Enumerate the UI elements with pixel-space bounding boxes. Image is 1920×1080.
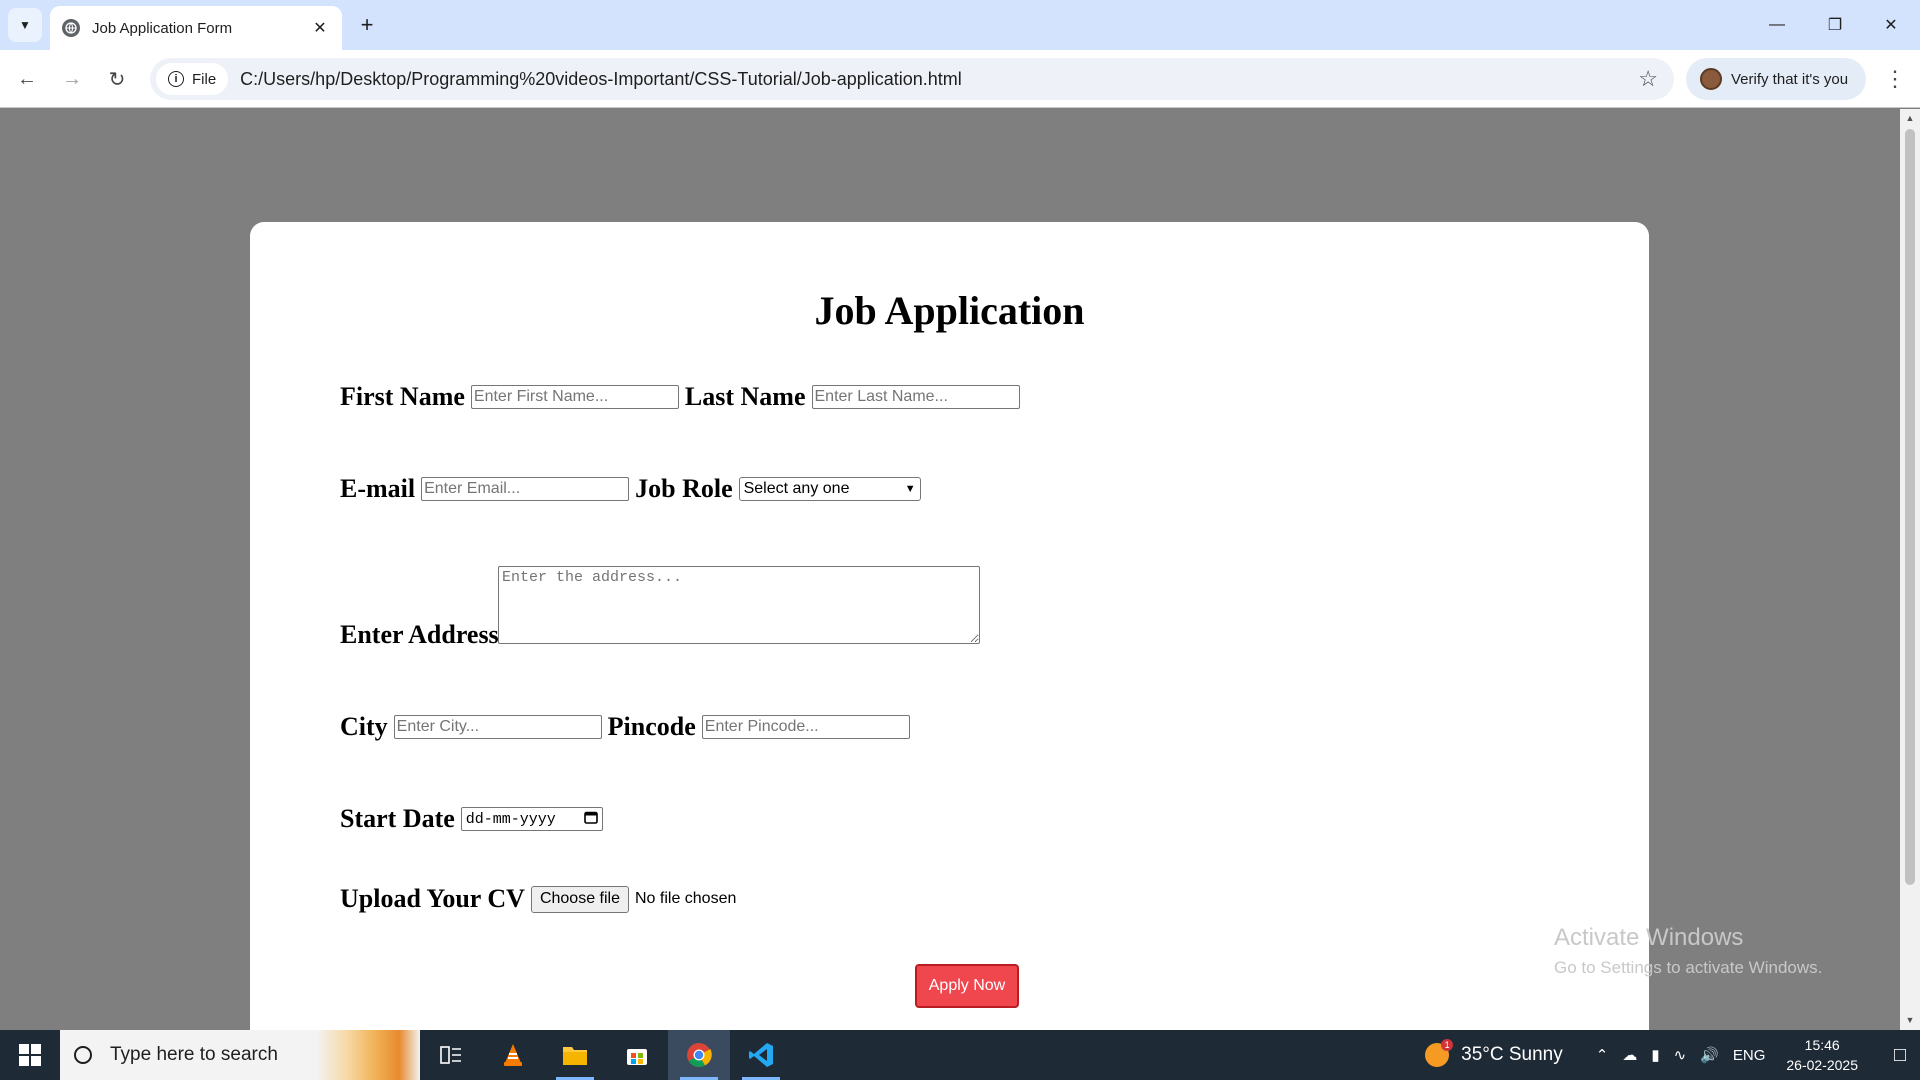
- tab-title: Job Application Form: [92, 19, 233, 37]
- battery-icon[interactable]: ▮: [1651, 1046, 1659, 1064]
- sun-icon: 1: [1425, 1039, 1454, 1067]
- task-view-icon[interactable]: [420, 1030, 482, 1080]
- city-label: City: [340, 712, 388, 741]
- start-date-row: Start Date dd-mm-yyyy: [340, 804, 603, 834]
- activate-windows-watermark: Activate Windows Go to Settings to activ…: [1554, 924, 1822, 978]
- avatar: [1700, 68, 1722, 90]
- windows-taskbar: Type here to search 1 35°C Sunny ⌃ ☁ ▮ ∿…: [0, 1030, 1920, 1080]
- first-name-input[interactable]: [470, 385, 679, 409]
- browser-toolbar: ← → ↻ i File C:/Users/hp/Desktop/Program…: [0, 50, 1920, 108]
- taskbar-clock[interactable]: 15:46 26-02-2025: [1786, 1035, 1858, 1075]
- scroll-down-icon[interactable]: ▼: [1905, 1015, 1915, 1025]
- name-row: First Name Last Name: [340, 382, 1020, 412]
- system-tray: 1 35°C Sunny ⌃ ☁ ▮ ∿ 🔊 ENG 15:46 26-02-2…: [1425, 1030, 1920, 1080]
- back-arrow-icon[interactable]: ←: [10, 62, 44, 96]
- address-bar[interactable]: i File C:/Users/hp/Desktop/Programming%2…: [150, 58, 1674, 100]
- watermark-title: Activate Windows: [1554, 924, 1744, 951]
- email-role-row: E-mail Job Role Select any one ▼: [340, 474, 921, 504]
- window-close-button[interactable]: ✕: [1862, 0, 1920, 50]
- restore-button[interactable]: ❐: [1806, 0, 1864, 50]
- clock-date: 26-02-2025: [1786, 1057, 1858, 1073]
- start-date-label: Start Date: [340, 804, 455, 833]
- wifi-icon[interactable]: ∿: [1674, 1046, 1687, 1064]
- site-info-chip[interactable]: i File: [156, 63, 229, 95]
- last-name-input[interactable]: [811, 385, 1020, 409]
- vscode-icon[interactable]: [730, 1030, 792, 1080]
- profile-verify-button[interactable]: Verify that it's you: [1686, 58, 1866, 100]
- email-label: E-mail: [340, 474, 416, 503]
- cloud-icon[interactable]: ☁: [1622, 1046, 1637, 1064]
- weather-badge: 1: [1441, 1039, 1454, 1051]
- first-name-label: First Name: [340, 382, 465, 411]
- url-text[interactable]: C:/Users/hp/Desktop/Programming%20videos…: [240, 69, 962, 90]
- vlc-icon[interactable]: [482, 1030, 544, 1080]
- start-date-value: dd-mm-yyyy: [465, 810, 556, 828]
- forward-arrow-icon[interactable]: →: [55, 62, 89, 96]
- language-indicator[interactable]: ENG: [1733, 1047, 1766, 1064]
- browser-tab-strip: ▼ Job Application Form ✕ + — ❐ ✕: [0, 0, 1920, 50]
- chevron-down-icon: ▼: [904, 483, 916, 495]
- notification-icon[interactable]: □: [1880, 1030, 1920, 1080]
- weather-widget[interactable]: 1 35°C Sunny: [1425, 1039, 1563, 1067]
- choose-file-button[interactable]: Choose file: [530, 885, 629, 913]
- calendar-icon[interactable]: [583, 810, 598, 829]
- address-label: Enter Address: [340, 620, 499, 649]
- chrome-icon[interactable]: [668, 1030, 730, 1080]
- taskbar-search-placeholder: Type here to search: [110, 1044, 278, 1065]
- clock-time: 15:46: [1804, 1037, 1840, 1053]
- cv-label: Upload Your CV: [340, 884, 525, 913]
- page-viewport: Job Application First Name Last Name E-m…: [0, 109, 1900, 1030]
- reload-icon[interactable]: ↻: [100, 62, 134, 96]
- tab-close-icon[interactable]: ✕: [310, 18, 330, 38]
- address-textarea[interactable]: [498, 566, 980, 644]
- job-role-selected-value: Select any one: [743, 480, 850, 497]
- page-title: Job Application: [814, 288, 1085, 333]
- job-role-select[interactable]: Select any one ▼: [738, 477, 921, 501]
- minimize-button[interactable]: —: [1748, 0, 1806, 50]
- city-pincode-row: City Pincode: [340, 712, 910, 742]
- verify-label: Verify that it's you: [1731, 70, 1849, 88]
- globe-icon: [62, 19, 80, 37]
- scrollbar-thumb[interactable]: [1905, 129, 1915, 885]
- site-info-label: File: [192, 70, 217, 88]
- last-name-label: Last Name: [684, 382, 806, 411]
- scroll-up-icon[interactable]: ▲: [1905, 113, 1915, 123]
- job-application-card: Job Application First Name Last Name E-m…: [250, 222, 1649, 1030]
- tab-search-button[interactable]: ▼: [8, 8, 42, 42]
- windows-start-icon[interactable]: [0, 1030, 60, 1080]
- taskbar-search-box[interactable]: Type here to search: [60, 1030, 420, 1080]
- chevron-up-icon[interactable]: ⌃: [1596, 1046, 1609, 1064]
- pincode-label: Pincode: [607, 712, 696, 741]
- more-menu-icon[interactable]: ⋮: [1880, 62, 1910, 96]
- microsoft-store-icon[interactable]: [606, 1030, 668, 1080]
- apply-now-button[interactable]: Apply Now: [915, 964, 1019, 1008]
- info-icon: i: [168, 71, 184, 87]
- weather-text: 35°C Sunny: [1461, 1044, 1563, 1065]
- bookmark-star-icon[interactable]: ☆: [1638, 66, 1658, 92]
- start-date-input[interactable]: dd-mm-yyyy: [460, 807, 603, 831]
- new-tab-button[interactable]: +: [352, 10, 382, 40]
- chevron-down-icon: ▼: [19, 18, 31, 32]
- pincode-input[interactable]: [701, 715, 910, 739]
- cv-upload-row: Upload Your CV Choose file No file chose…: [340, 884, 736, 914]
- browser-tab-active[interactable]: Job Application Form ✕: [50, 6, 342, 50]
- page-scrollbar[interactable]: ▲ ▼: [1900, 109, 1920, 1030]
- search-highlight-art: [316, 1030, 420, 1080]
- file-explorer-icon[interactable]: [544, 1030, 606, 1080]
- address-row: Enter Address: [340, 620, 505, 650]
- city-input[interactable]: [393, 715, 602, 739]
- email-input[interactable]: [421, 477, 630, 501]
- file-status-text: No file chosen: [634, 890, 737, 907]
- search-icon: [74, 1046, 92, 1064]
- watermark-subtitle: Go to Settings to activate Windows.: [1554, 958, 1823, 977]
- volume-icon[interactable]: 🔊: [1700, 1046, 1719, 1064]
- job-role-label: Job Role: [635, 474, 733, 503]
